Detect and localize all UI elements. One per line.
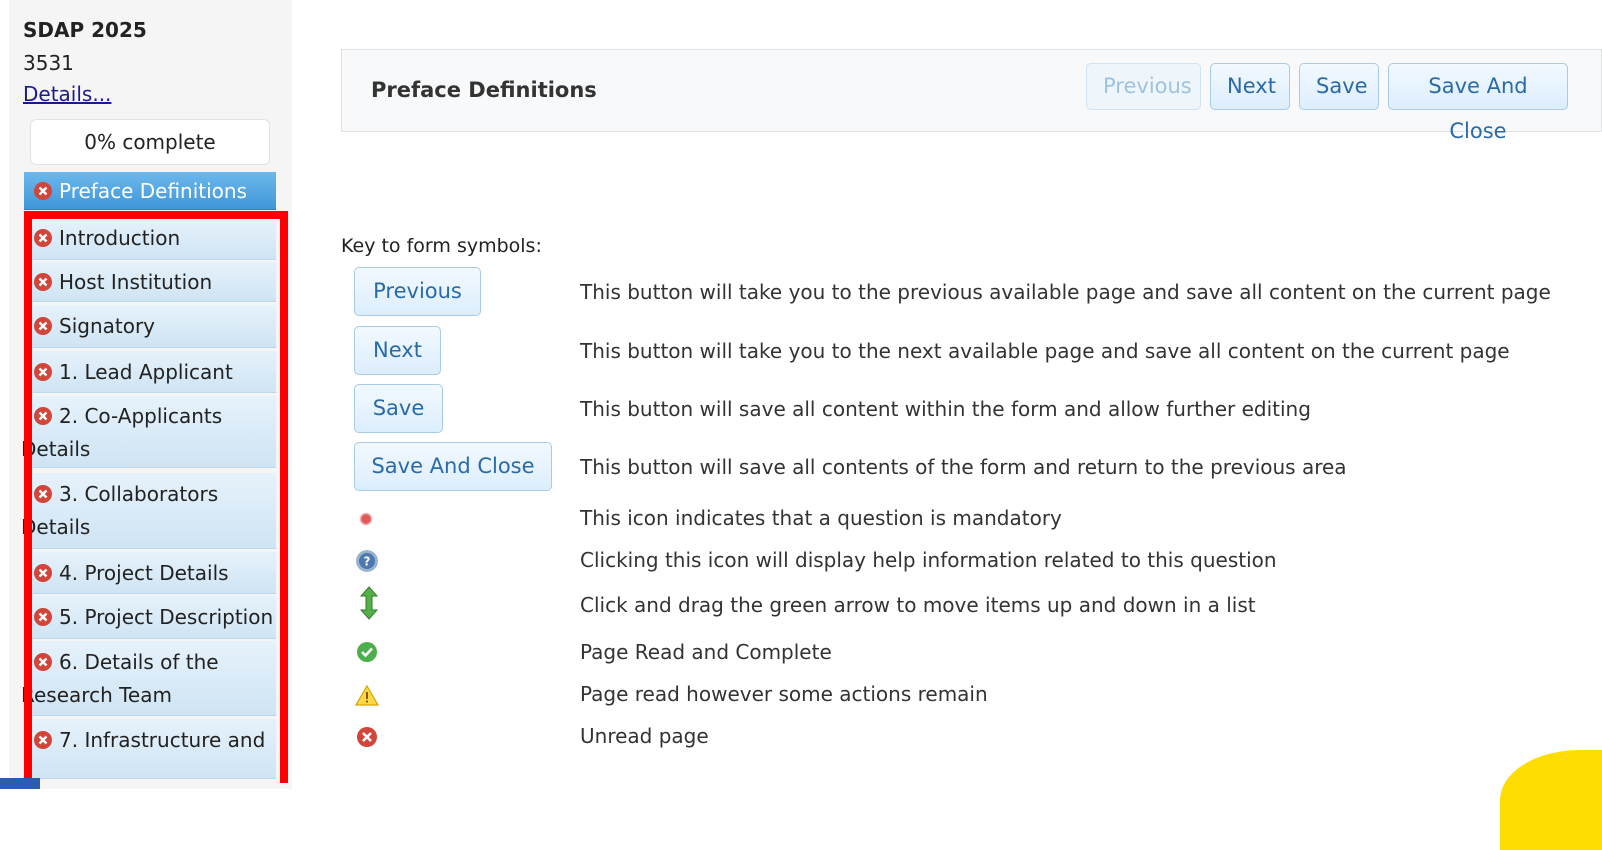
key-previous-button: Previous — [354, 267, 481, 316]
key-save-and-close-button: Save And Close — [354, 442, 552, 491]
sidebar-item-label-line2: Details — [21, 437, 91, 461]
unread-x-icon — [34, 273, 52, 291]
key-desc-warning: Page read however some actions remain — [580, 682, 988, 706]
sidebar-item-label: 4. Project Details — [59, 561, 229, 585]
key-desc-save-close: This button will save all contents of th… — [580, 455, 1347, 479]
unread-x-icon — [34, 182, 52, 200]
help-icon: ? — [356, 550, 378, 572]
sidebar-item-label-line2: Details — [21, 515, 91, 539]
sidebar-item-signatory-notification[interactable]: Signatory Notification — [24, 305, 276, 381]
save-button[interactable]: Save — [1299, 63, 1379, 110]
sidebar-item-co-applicants[interactable]: 2. Co-Applicants Details — [21, 396, 276, 468]
key-desc-unread: Unread page — [580, 724, 709, 748]
red-x-icon — [357, 727, 377, 747]
sidebar-item-label: Introduction — [59, 226, 181, 250]
unread-x-icon — [34, 229, 52, 247]
key-desc-mandatory: This icon indicates that a question is m… — [580, 506, 1062, 530]
sidebar-item-infrastructure[interactable]: 7. Infrastructure and — [24, 719, 276, 779]
sidebar-item-host-institution[interactable]: Host Institution — [24, 262, 276, 302]
unread-x-icon — [34, 731, 52, 749]
progress-indicator: 0% complete — [30, 119, 270, 165]
sidebar-item-project-description[interactable]: 5. Project Description — [24, 596, 276, 639]
mandatory-dot-icon — [359, 512, 373, 526]
sidebar-item-label: 6. Details of the — [59, 650, 219, 674]
key-save-button: Save — [354, 384, 443, 433]
next-button[interactable]: Next — [1210, 63, 1290, 110]
key-desc-complete: Page Read and Complete — [580, 640, 832, 664]
sidebar-item-label: Host Institution — [59, 270, 213, 294]
details-link[interactable]: Details... — [23, 82, 111, 106]
sidebar-item-lead-applicant[interactable]: 1. Lead Applicant — [24, 351, 276, 393]
unread-x-icon — [34, 407, 52, 425]
sidebar-item-label: 2. Co-Applicants — [59, 404, 223, 428]
sidebar-item-research-team[interactable]: 6. Details of the Research Team — [21, 641, 276, 716]
decorative-corner — [1500, 750, 1602, 850]
key-next-button: Next — [354, 326, 441, 375]
sidebar-item-label: 5. Project Description — [59, 605, 274, 629]
sidebar-item-project-details[interactable]: 4. Project Details — [24, 552, 276, 594]
sidebar-item-collaborators[interactable]: 3. Collaborators Details — [21, 473, 276, 549]
page-title: Preface Definitions — [371, 78, 597, 102]
key-desc-next: This button will take you to the next av… — [580, 339, 1510, 363]
svg-text:?: ? — [364, 555, 371, 569]
key-desc-help: Clicking this icon will display help inf… — [580, 548, 1277, 572]
sidebar-item-label: Preface Definitions — [59, 179, 248, 203]
form-title: SDAP 2025 — [23, 18, 147, 42]
save-and-close-button[interactable]: Save And Close — [1388, 63, 1568, 143]
warning-triangle-icon — [355, 684, 379, 706]
key-desc-save: This button will save all content within… — [580, 397, 1311, 421]
bottom-strip — [0, 778, 40, 789]
sidebar-item-label: 1. Lead Applicant — [59, 360, 233, 384]
sidebar-item-label-line2: Research Team — [21, 683, 172, 707]
key-title: Key to form symbols: — [341, 235, 542, 257]
unread-x-icon — [34, 564, 52, 582]
sidebar-item-label: 3. Collaborators — [59, 482, 219, 506]
sidebar-item-introduction[interactable]: Introduction — [24, 220, 276, 260]
unread-x-icon — [34, 485, 52, 503]
form-id: 3531 — [23, 51, 74, 75]
green-up-down-arrow-icon — [360, 586, 378, 620]
previous-button[interactable]: Previous — [1086, 63, 1201, 110]
key-desc-arrow: Click and drag the green arrow to move i… — [580, 593, 1256, 617]
green-check-icon — [357, 642, 377, 662]
key-desc-previous: This button will take you to the previou… — [580, 280, 1551, 304]
unread-x-icon — [34, 317, 52, 335]
unread-x-icon — [34, 653, 52, 671]
unread-x-icon — [34, 608, 52, 626]
unread-x-icon — [34, 363, 52, 381]
sidebar-item-label: 7. Infrastructure and — [59, 728, 266, 752]
sidebar-item-preface-definitions[interactable]: Preface Definitions — [24, 172, 276, 210]
